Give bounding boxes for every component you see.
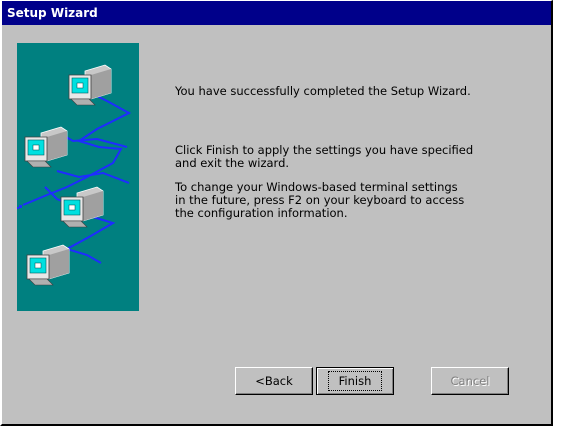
finish-button-label: Finish bbox=[327, 371, 383, 391]
change-settings-info: To change your Windows-based terminal se… bbox=[175, 180, 465, 220]
finish-button[interactable]: Finish bbox=[316, 367, 394, 395]
networked-terminals-icon bbox=[17, 43, 139, 311]
title-bar: Setup Wizard bbox=[2, 1, 551, 25]
network-illustration-svg bbox=[17, 64, 132, 286]
setup-wizard-window: Setup Wizard You have successfully compl… bbox=[0, 0, 553, 426]
back-button[interactable]: <Back bbox=[235, 367, 313, 395]
finish-instructions: Click Finish to apply the settings you h… bbox=[175, 143, 474, 170]
cancel-button[interactable]: Cancel bbox=[431, 367, 509, 395]
window-title: Setup Wizard bbox=[7, 6, 98, 20]
completion-message: You have successfully completed the Setu… bbox=[175, 84, 471, 98]
